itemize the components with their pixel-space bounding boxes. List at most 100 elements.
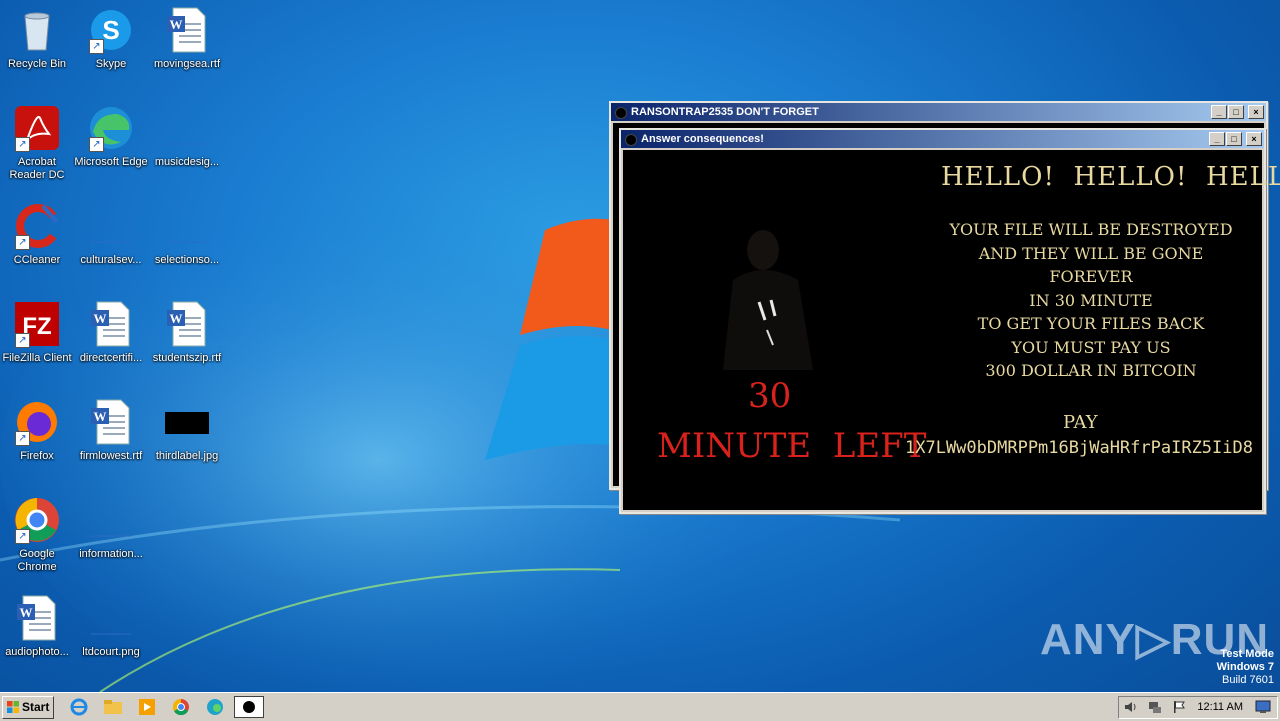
desktop-icon[interactable]: ↗ Google Chrome	[0, 496, 74, 574]
chrome-icon[interactable]	[170, 697, 192, 717]
desktop-icon[interactable]: Wstudentszip.rtf	[150, 300, 224, 365]
hooded-figure-image	[723, 230, 813, 370]
desktop-icon[interactable]: ↗ Firefox	[0, 398, 74, 463]
desktop-icon[interactable]: selectionso...	[150, 202, 224, 267]
word-document-icon: W	[163, 300, 211, 348]
test-mode-text: Test Mode	[1220, 648, 1274, 660]
explorer-icon[interactable]	[102, 697, 124, 717]
ransom-app-taskbar-button[interactable]	[234, 696, 264, 718]
svg-text:W: W	[170, 311, 183, 326]
minimize-button[interactable]: _	[1211, 105, 1227, 119]
maximize-button[interactable]: □	[1226, 132, 1242, 146]
ransom-message-line: IN 30 MINUTE	[1029, 290, 1153, 310]
ransom-content: HELLO! HELLO! HELLO! YOUR FILE WILL BE D…	[623, 150, 1280, 510]
desktop-icon[interactable]: ↗ CCleaner	[0, 202, 74, 267]
desktop-icon[interactable]: information...	[74, 496, 148, 561]
shortcut-arrow-icon: ↗	[89, 39, 104, 54]
ransom-message-line: YOU MUST PAY US	[1011, 337, 1171, 357]
app-icon	[615, 107, 627, 119]
desktop-icon[interactable]: S ↗ Skype	[74, 6, 148, 71]
desktop-icon-label: information...	[79, 548, 143, 560]
windows-flag-icon	[7, 701, 19, 713]
ransom-message-line: 300 DOLLAR IN BITCOIN	[985, 361, 1197, 380]
desktop-icon[interactable]: FZ ↗ FileZilla Client	[0, 300, 74, 365]
ransom-window-front[interactable]: Answer consequences! _ □ × HELLO! HELLO!…	[619, 128, 1280, 514]
network-icon[interactable]	[1147, 699, 1163, 715]
blank-file-icon	[87, 594, 135, 642]
desktop-icon[interactable]: thirdlabel.jpg	[150, 398, 224, 463]
media-player-icon[interactable]	[136, 697, 158, 717]
close-button[interactable]: ×	[1246, 132, 1262, 146]
title-bar[interactable]: RANSONTRAP2535 DON'T FORGET _ □ ×	[611, 103, 1266, 121]
ransom-heading: HELLO! HELLO! HELLO!	[941, 162, 1280, 192]
chrome-icon: ↗	[13, 496, 61, 544]
word-document-icon: W	[13, 594, 61, 642]
shortcut-arrow-icon: ↗	[15, 137, 30, 152]
svg-text:W: W	[20, 605, 33, 620]
svg-text:W: W	[94, 311, 107, 326]
shortcut-arrow-icon: ↗	[89, 137, 104, 152]
ransom-message-line: TO GET YOUR FILES BACK	[977, 314, 1205, 333]
show-desktop-icon[interactable]	[1255, 700, 1271, 714]
shortcut-arrow-icon: ↗	[15, 529, 30, 544]
word-document-icon: W	[87, 398, 135, 446]
skype-icon: S ↗	[87, 6, 135, 54]
countdown-number: 30	[748, 376, 792, 416]
desktop-icon[interactable]: ↗ Microsoft Edge	[74, 104, 148, 169]
ransom-message-line: YOUR FILE WILL BE DESTROYED	[949, 220, 1233, 239]
word-document-icon: W	[87, 300, 135, 348]
desktop-icon-label: Google Chrome	[17, 548, 57, 573]
blank-file-icon	[163, 104, 211, 152]
edge-icon: ↗	[87, 104, 135, 152]
action-center-flag-icon[interactable]	[1171, 699, 1187, 715]
close-button[interactable]: ×	[1248, 105, 1264, 119]
acrobat-icon: ↗	[13, 104, 61, 152]
windows-version-text: Windows 7	[1216, 661, 1274, 673]
ransom-message: YOUR FILE WILL BE DESTROYED AND THEY WILL…	[941, 218, 1241, 383]
os-notice: Test Mode Windows 7 Build 7601	[1217, 648, 1274, 687]
desktop-icon-label: Skype	[95, 58, 127, 70]
firefox-icon: ↗	[13, 398, 61, 446]
desktop-icon-label: Acrobat Reader DC	[9, 156, 65, 181]
shortcut-arrow-icon: ↗	[15, 235, 30, 250]
desktop-icon-label: movingsea.rtf	[153, 58, 221, 70]
desktop-icon[interactable]: Wdirectcertifi...	[74, 300, 148, 365]
blank-file-icon	[87, 202, 135, 250]
blank-file-icon	[87, 496, 135, 544]
desktop-icon-label: firmlowest.rtf	[79, 450, 143, 462]
desktop-icon-label: Firefox	[20, 450, 54, 462]
recycle-bin-icon	[13, 6, 61, 54]
start-label: Start	[22, 700, 50, 714]
desktop-icon[interactable]: Wfirmlowest.rtf	[74, 398, 148, 463]
system-tray: 12:11 AM	[1118, 696, 1278, 719]
desktop-icon-label: ltdcourt.png	[82, 646, 140, 658]
desktop-icon-label: CCleaner	[13, 254, 61, 266]
desktop-icon[interactable]: musicdesig...	[150, 104, 224, 169]
desktop-icon[interactable]: ltdcourt.png	[74, 594, 148, 659]
desktop-icon[interactable]: Recycle Bin	[0, 6, 74, 71]
ie-icon[interactable]	[68, 697, 90, 717]
pay-label: PAY	[1063, 412, 1098, 433]
maximize-button[interactable]: □	[1228, 105, 1244, 119]
title-bar[interactable]: Answer consequences! _ □ ×	[621, 130, 1264, 148]
minimize-button[interactable]: _	[1209, 132, 1225, 146]
volume-icon[interactable]	[1123, 699, 1139, 715]
desktop-icon[interactable]: Wmovingsea.rtf	[150, 6, 224, 71]
black-image-icon	[163, 398, 211, 446]
desktop-icon[interactable]: culturalsev...	[74, 202, 148, 267]
desktop-icon-label: FileZilla Client	[2, 352, 72, 364]
desktop-icon-label: musicdesig...	[154, 156, 220, 168]
edge-icon[interactable]	[204, 697, 226, 717]
word-document-icon: W	[163, 6, 211, 54]
ransom-app-icon	[243, 701, 255, 713]
shortcut-arrow-icon: ↗	[15, 431, 30, 446]
start-button[interactable]: Start	[2, 696, 54, 719]
ccleaner-icon: ↗	[13, 202, 61, 250]
svg-text:S: S	[102, 15, 119, 45]
desktop-icon-label: Microsoft Edge	[74, 156, 148, 168]
svg-text:W: W	[94, 409, 107, 424]
desktop-icon[interactable]: ↗ Acrobat Reader DC	[0, 104, 74, 182]
clock[interactable]: 12:11 AM	[1197, 697, 1243, 718]
desktop-icon-label: audiophoto...	[5, 646, 69, 658]
desktop-icon[interactable]: Waudiophoto...	[0, 594, 74, 659]
